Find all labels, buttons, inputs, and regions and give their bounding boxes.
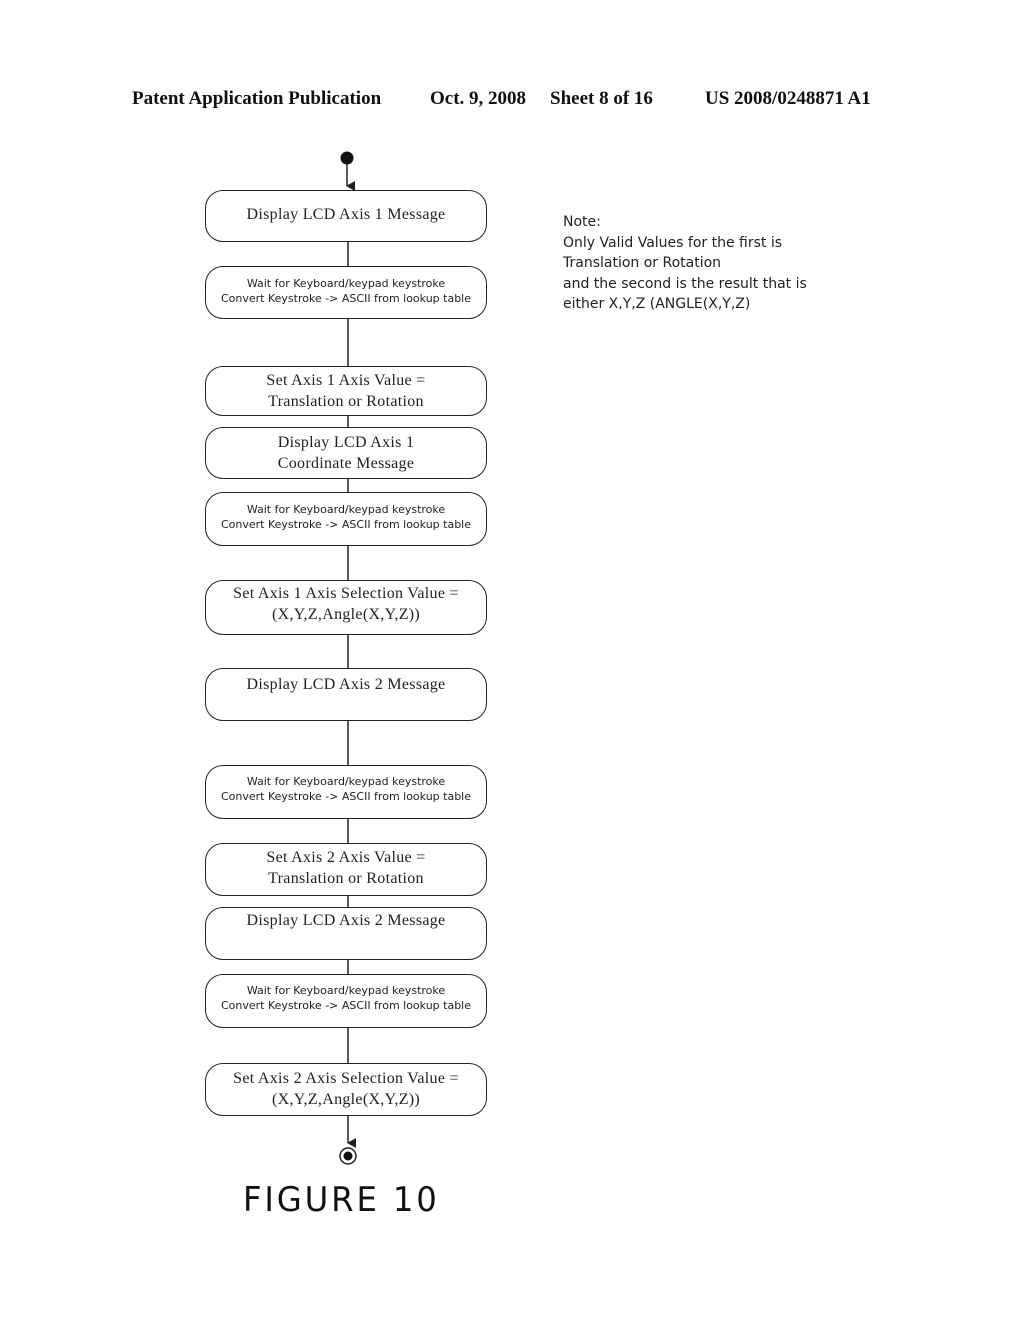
end-node-inner-icon — [343, 1151, 353, 1161]
step-display-lcd-axis-1-coordinate: Display LCD Axis 1 Coordinate Message — [205, 427, 487, 479]
note-annotation: Note: Only Valid Values for the first is… — [563, 212, 807, 315]
flowchart-connectors — [339, 151, 357, 1165]
step-text: Set Axis 1 Axis Value = — [266, 372, 426, 389]
step-display-lcd-axis-2-repeat: Display LCD Axis 2 Message — [205, 907, 487, 960]
step-text: (X,Y,Z,Angle(X,Y,Z)) — [271, 1091, 421, 1108]
note-line: Only Valid Values for the first is — [563, 234, 783, 251]
note-line: and the second is the result that is — [563, 275, 807, 292]
step-text: Display LCD Axis 1 — [277, 434, 415, 451]
step-text: Display LCD Axis 2 Message — [246, 912, 446, 929]
note-heading: Note: — [563, 214, 601, 230]
step-text: Wait for Keyboard/keypad keystroke — [246, 775, 446, 788]
step-text: Convert Keystroke -> ASCII from lookup t… — [220, 790, 472, 803]
step-set-axis-2-selection: Set Axis 2 Axis Selection Value = (X,Y,Z… — [205, 1063, 487, 1116]
figure-label: FIGURE 10 — [243, 1180, 440, 1220]
step-wait-keystroke-1: Wait for Keyboard/keypad keystroke Conve… — [205, 266, 487, 319]
step-text: Wait for Keyboard/keypad keystroke — [246, 984, 446, 997]
step-text: Set Axis 2 Axis Selection Value = — [233, 1070, 459, 1087]
step-wait-keystroke-4: Wait for Keyboard/keypad keystroke Conve… — [205, 974, 487, 1028]
step-text: Convert Keystroke -> ASCII from lookup t… — [220, 999, 472, 1012]
step-display-lcd-axis-1: Display LCD Axis 1 Message — [205, 190, 487, 242]
step-text: Wait for Keyboard/keypad keystroke — [246, 503, 446, 516]
step-wait-keystroke-3: Wait for Keyboard/keypad keystroke Conve… — [205, 765, 487, 819]
step-set-axis-1-value: Set Axis 1 Axis Value = Translation or R… — [205, 366, 487, 416]
step-text: Display LCD Axis 2 Message — [246, 676, 446, 693]
note-line: Translation or Rotation — [563, 255, 722, 271]
step-text: Translation or Rotation — [268, 393, 424, 410]
step-text: Set Axis 2 Axis Value = — [266, 849, 426, 866]
step-set-axis-1-selection: Set Axis 1 Axis Selection Value = (X,Y,Z… — [205, 580, 487, 635]
step-text: Set Axis 1 Axis Selection Value = — [233, 585, 459, 602]
note-line: either X,Y,Z (ANGLE(X,Y,Z) — [563, 296, 751, 312]
start-node-icon — [340, 151, 354, 165]
step-text: Convert Keystroke -> ASCII from lookup t… — [220, 292, 472, 305]
step-text: Convert Keystroke -> ASCII from lookup t… — [220, 518, 472, 531]
step-wait-keystroke-2: Wait for Keyboard/keypad keystroke Conve… — [205, 492, 487, 546]
step-text: Wait for Keyboard/keypad keystroke — [246, 277, 446, 290]
step-set-axis-2-value: Set Axis 2 Axis Value = Translation or R… — [205, 843, 487, 896]
step-display-lcd-axis-2: Display LCD Axis 2 Message — [205, 668, 487, 721]
step-text: Translation or Rotation — [268, 870, 424, 887]
step-text: Coordinate Message — [277, 455, 415, 472]
step-text: (X,Y,Z,Angle(X,Y,Z)) — [271, 606, 421, 623]
step-text: Display LCD Axis 1 Message — [246, 206, 446, 223]
